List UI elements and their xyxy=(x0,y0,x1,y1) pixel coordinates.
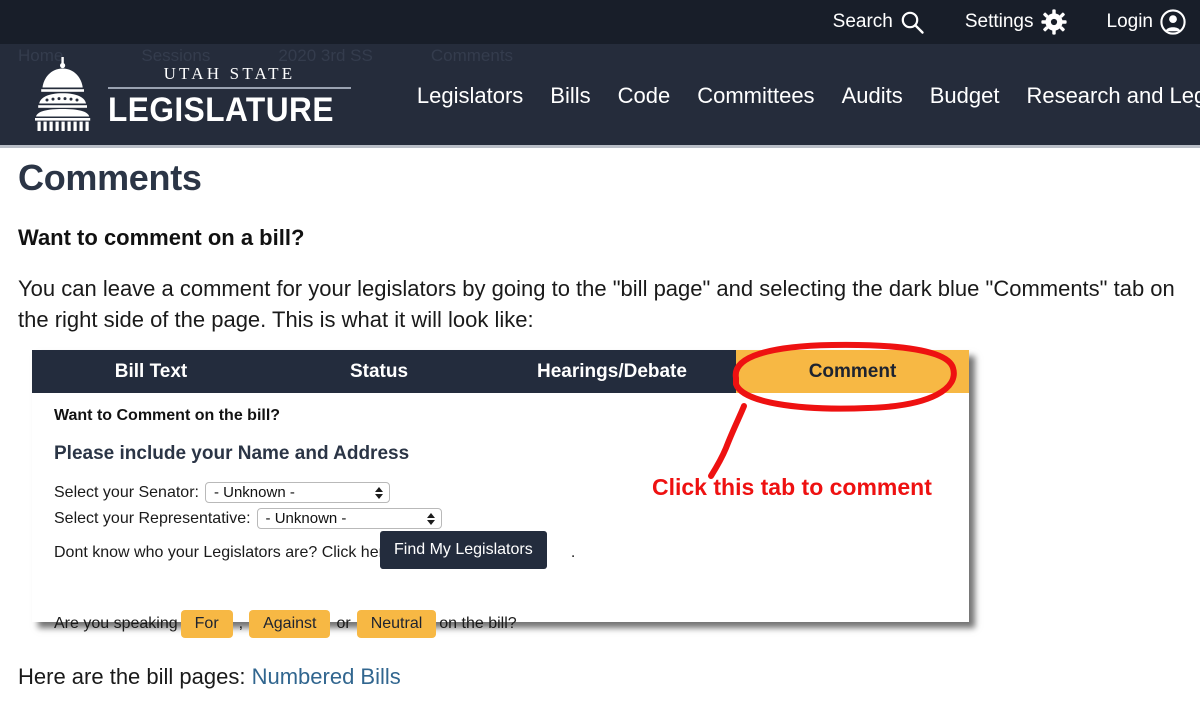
closing-prefix: Here are the bill pages: xyxy=(18,664,246,689)
top-utility-bar: Search Settings Login xyxy=(0,0,1200,44)
speaking-position-row: Are you speaking For , Against or Neutra… xyxy=(54,610,969,638)
tab-status[interactable]: Status xyxy=(270,350,488,393)
breadcrumb-item-comments[interactable]: Comments xyxy=(431,46,513,66)
main-navigation: Legislators Bills Code Committees Audits… xyxy=(417,83,1200,109)
stepper-arrows-icon[interactable] xyxy=(374,486,383,499)
nav-item-audits[interactable]: Audits xyxy=(842,83,903,109)
senator-select[interactable]: - Unknown - xyxy=(204,482,390,503)
tab-hearings-debate-label: Hearings/Debate xyxy=(537,360,687,382)
logo-divider xyxy=(108,86,351,89)
representative-select[interactable]: - Unknown - xyxy=(256,508,442,529)
senator-field-label: Select your Senator: xyxy=(54,483,199,501)
example-screenshot-frame: Bill Text Status Hearings/Debate Comment… xyxy=(32,350,969,638)
login-button[interactable]: Login xyxy=(1107,9,1187,35)
header-bottom-divider xyxy=(0,145,1200,148)
search-label: Search xyxy=(832,11,893,32)
representative-field-label: Select your Representative: xyxy=(54,509,251,527)
page-title: Comments xyxy=(18,157,202,198)
login-label: Login xyxy=(1106,11,1154,32)
find-legislators-period: . xyxy=(570,544,576,561)
tab-hearings-debate[interactable]: Hearings/Debate xyxy=(488,350,736,393)
speaking-or: or xyxy=(336,615,351,632)
senator-field-row: Select your Senator: - Unknown - xyxy=(54,482,969,503)
logo-top-text: UTAH STATE xyxy=(163,63,296,83)
capitol-dome-icon xyxy=(34,56,92,137)
search-button[interactable]: Search xyxy=(833,10,925,35)
comment-form: Want to Comment on the bill? Please incl… xyxy=(32,393,969,638)
representative-field-row: Select your Representative: - Unknown - xyxy=(54,508,969,529)
position-neutral-button[interactable]: Neutral xyxy=(356,610,437,638)
nav-item-code[interactable]: Code xyxy=(618,83,671,109)
comment-form-prompt: Want to Comment on the bill? xyxy=(54,407,281,424)
speaking-suffix: on the bill? xyxy=(439,615,517,632)
bill-page-tabbar: Bill Text Status Hearings/Debate Comment xyxy=(32,350,969,393)
speaking-prefix: Are you speaking xyxy=(54,615,178,632)
logo-bottom-text: LEGISLATURE xyxy=(108,90,334,129)
settings-button[interactable]: Settings xyxy=(965,9,1067,35)
tab-status-label: Status xyxy=(349,360,409,382)
nav-item-bills[interactable]: Bills xyxy=(550,83,590,109)
representative-select-value: - Unknown - xyxy=(265,510,347,527)
closing-line: Here are the bill pages: Numbered Bills xyxy=(18,664,401,690)
position-against-button[interactable]: Against xyxy=(249,610,331,638)
comment-form-instruction: Please include your Name and Address xyxy=(54,443,410,464)
speaking-comma: , xyxy=(238,615,244,632)
find-legislators-hint: Dont know who your Legislators are? Clic… xyxy=(54,544,393,561)
tab-comment-label: Comment xyxy=(808,360,897,382)
site-logo[interactable]: UTAH STATE LEGISLATURE xyxy=(34,54,351,137)
nav-item-legislators[interactable]: Legislators xyxy=(417,83,523,109)
numbered-bills-link[interactable]: Numbered Bills xyxy=(252,664,401,689)
nav-item-budget[interactable]: Budget xyxy=(930,83,1000,109)
example-screenshot: Bill Text Status Hearings/Debate Comment… xyxy=(32,341,969,638)
tab-comment[interactable]: Comment xyxy=(736,350,969,393)
find-legislators-row: Dont know who your Legislators are? Clic… xyxy=(54,531,969,569)
tab-bill-text-label: Bill Text xyxy=(114,360,188,382)
search-icon[interactable] xyxy=(900,10,925,35)
nav-item-committees[interactable]: Committees xyxy=(697,83,814,109)
settings-label: Settings xyxy=(964,11,1034,32)
page-content: Comments Want to comment on a bill? You … xyxy=(0,148,1200,335)
stepper-arrows-icon[interactable] xyxy=(426,512,435,525)
find-my-legislators-button[interactable]: Find My Legislators xyxy=(380,531,547,569)
user-avatar-icon[interactable] xyxy=(1160,9,1186,35)
nav-item-research-and-legal[interactable]: Research and Legal xyxy=(1026,83,1200,109)
intro-paragraph: You can leave a comment for your legisla… xyxy=(18,276,1175,333)
senator-select-value: - Unknown - xyxy=(213,484,295,501)
gear-icon[interactable] xyxy=(1040,9,1067,35)
position-for-button[interactable]: For xyxy=(180,610,233,638)
tab-bill-text[interactable]: Bill Text xyxy=(32,350,270,393)
page-subheading: Want to comment on a bill? xyxy=(18,225,305,250)
